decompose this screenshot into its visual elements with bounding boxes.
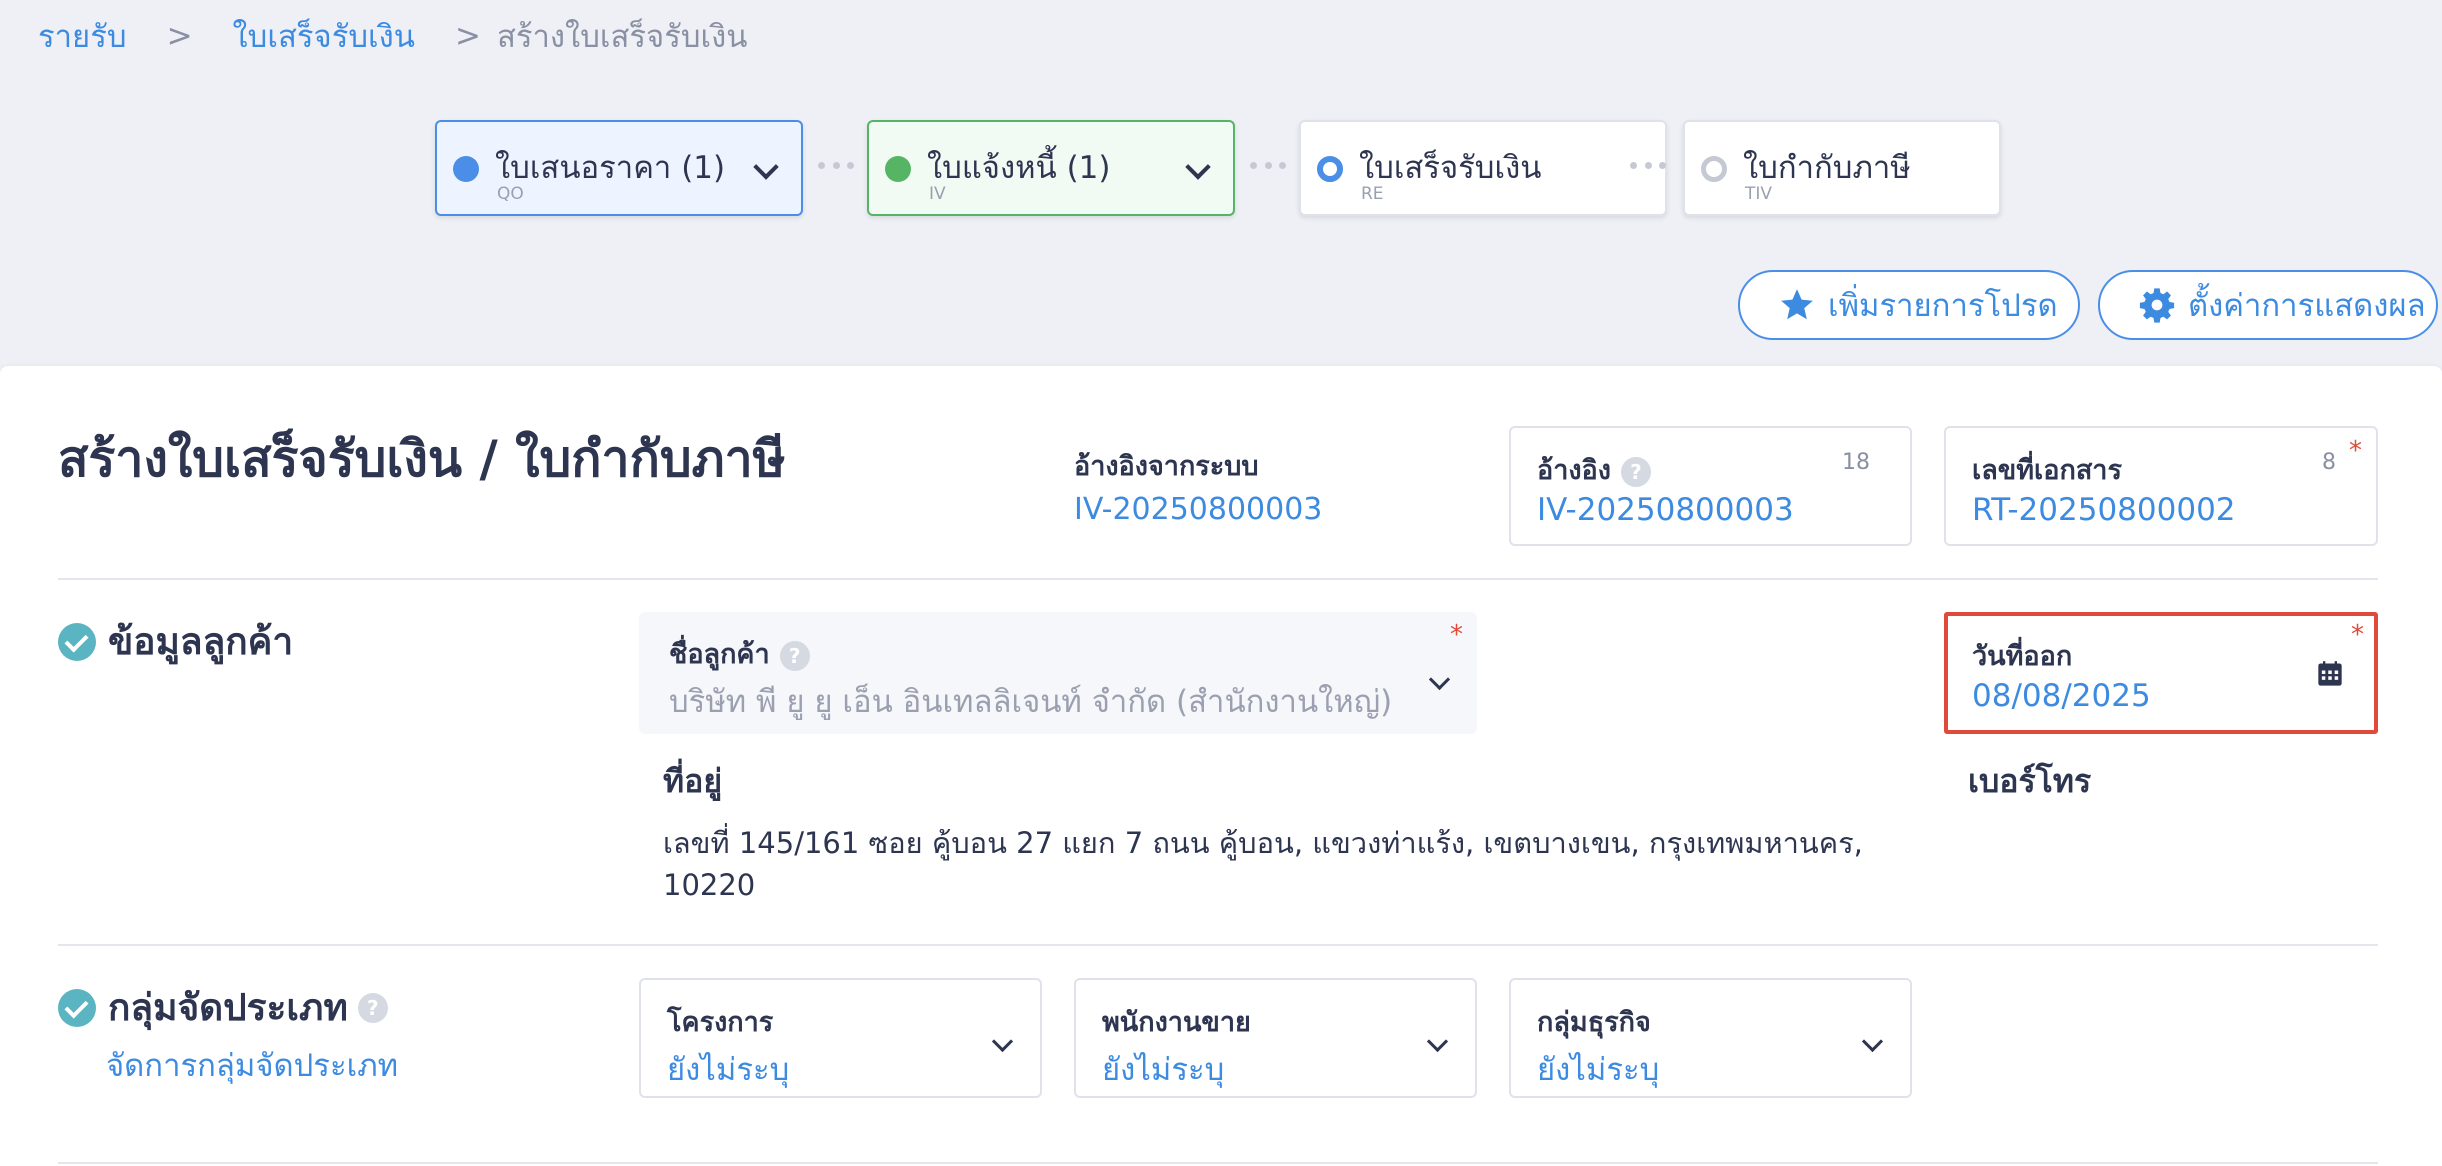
reference-label: อ้างอิง? [1537, 448, 1651, 491]
chevron-down-icon[interactable] [991, 1030, 1014, 1053]
breadcrumb-item-current: สร้างใบเสร็จรับเงิน [496, 19, 748, 55]
display-settings-label: ตั้งค่าการแสดงผล [2188, 288, 2426, 324]
chevron-down-icon[interactable] [1426, 1030, 1449, 1053]
issue-date-input[interactable]: 08/08/2025 [1972, 678, 2151, 714]
breadcrumb-item-income[interactable]: รายรับ [38, 11, 127, 61]
step-receipt[interactable]: ใบเสร็จรับเงิน RE [1299, 120, 1667, 216]
help-icon[interactable]: ? [779, 640, 810, 671]
address-line-2: 10220 [663, 868, 756, 902]
step-status-dot [453, 156, 479, 182]
reference-input[interactable]: IV-20250800003 [1537, 492, 1794, 528]
step-invoice[interactable]: ใบแจ้งหนี้ (1) IV [867, 120, 1235, 216]
chevron-down-icon[interactable] [753, 154, 779, 180]
divider [58, 578, 2378, 580]
doc-number-char-count: 8 [2322, 450, 2336, 475]
breadcrumb: รายรับ > ใบเสร็จรับเงิน > สร้างใบเสร็จรั… [38, 14, 747, 58]
project-select[interactable]: โครงการ ยังไม่ระบุ [639, 978, 1042, 1098]
required-mark: * [2351, 620, 2364, 650]
doc-number-label: เลขที่เอกสาร [1972, 455, 2122, 486]
display-settings-button[interactable]: ตั้งค่าการแสดงผล [2098, 270, 2438, 340]
step-code: RE [1361, 184, 1384, 204]
customer-name-value: บริษัท พี ยู ยู เอ็น อินเทลลิเจนท์ จำกัด… [669, 684, 1393, 720]
reference-field[interactable]: อ้างอิง? 18 IV-20250800003 [1509, 426, 1912, 546]
breadcrumb-separator: > [166, 18, 193, 54]
step-quotation[interactable]: ใบเสนอราคา (1) QO [435, 120, 803, 216]
help-icon[interactable]: ? [1620, 456, 1651, 487]
doc-number-field[interactable]: เลขที่เอกสาร 8 * RT-20250800002 [1944, 426, 2378, 546]
customer-name-label: ชื่อลูกค้า? [669, 632, 810, 675]
step-status-dot [885, 156, 911, 182]
step-title: ใบแจ้งหนี้ (1) [927, 150, 1111, 186]
divider [58, 944, 2378, 946]
salesperson-value: ยังไม่ระบุ [1102, 1052, 1225, 1088]
salesperson-label: พนักงานขาย [1102, 1007, 1251, 1038]
chevron-down-icon[interactable] [1428, 668, 1451, 691]
calendar-icon[interactable] [2316, 660, 2344, 688]
step-tax-invoice[interactable]: ใบกำกับภาษี TIV [1683, 120, 2001, 216]
step-code: QO [497, 184, 524, 204]
divider [58, 1162, 2378, 1164]
check-circle-icon [58, 622, 96, 661]
doc-number-input[interactable]: RT-20250800002 [1972, 492, 2236, 528]
step-connector [818, 162, 854, 170]
business-group-select[interactable]: กลุ่มธุรกิจ ยังไม่ระบุ [1509, 978, 1912, 1098]
chevron-down-icon[interactable] [1861, 1030, 1884, 1053]
category-section-title: กลุ่มจัดประเภท ? [58, 978, 388, 1037]
required-mark: * [1450, 620, 1463, 650]
business-group-value: ยังไม่ระบุ [1537, 1052, 1660, 1088]
customer-section-title: ข้อมูลลูกค้า [58, 612, 293, 671]
business-group-label: กลุ่มธุรกิจ [1537, 1007, 1651, 1038]
help-icon[interactable]: ? [357, 992, 388, 1023]
step-title: ใบเสนอราคา (1) [495, 150, 726, 186]
step-code: TIV [1745, 184, 1773, 204]
manage-category-link[interactable]: จัดการกลุ่มจัดประเภท [106, 1040, 398, 1090]
star-icon [1781, 289, 1813, 320]
issue-date-label: วันที่ออก [1972, 641, 2073, 672]
page-title: สร้างใบเสร็จรับเงิน / ใบกำกับภาษี [58, 430, 786, 488]
project-value: ยังไม่ระบุ [667, 1052, 790, 1088]
step-connector [1630, 162, 1666, 170]
check-circle-icon [58, 988, 96, 1027]
chevron-down-icon[interactable] [1185, 154, 1211, 180]
system-ref-label: อ้างอิงจากระบบ [1074, 451, 1259, 482]
project-label: โครงการ [667, 1007, 774, 1038]
address-line-1: เลขที่ 145/161 ซอย คู้บอน 27 แยก 7 ถนน ค… [663, 826, 1863, 860]
phone-label: เบอร์โทร [1968, 762, 2092, 800]
step-connector [1250, 162, 1286, 170]
customer-name-select[interactable]: ชื่อลูกค้า? * บริษัท พี ยู ยู เอ็น อินเท… [639, 612, 1477, 734]
add-favorite-button[interactable]: เพิ่มรายการโปรด [1738, 270, 2080, 340]
salesperson-select[interactable]: พนักงานขาย ยังไม่ระบุ [1074, 978, 1477, 1098]
step-code: IV [929, 184, 946, 204]
issue-date-field[interactable]: วันที่ออก * 08/08/2025 [1944, 612, 2378, 734]
system-ref-link[interactable]: IV-20250800003 [1074, 492, 1322, 527]
breadcrumb-item-receipts[interactable]: ใบเสร็จรับเงิน [233, 11, 415, 61]
address-label: ที่อยู่ [663, 762, 723, 800]
reference-char-count: 18 [1842, 450, 1870, 475]
step-status-dot [1317, 156, 1343, 182]
breadcrumb-separator: > [454, 18, 481, 54]
required-mark: * [2349, 436, 2362, 466]
gear-icon [2139, 288, 2175, 323]
step-title: ใบเสร็จรับเงิน [1359, 150, 1542, 186]
step-status-dot [1701, 156, 1727, 182]
add-favorite-label: เพิ่มรายการโปรด [1828, 288, 2058, 324]
